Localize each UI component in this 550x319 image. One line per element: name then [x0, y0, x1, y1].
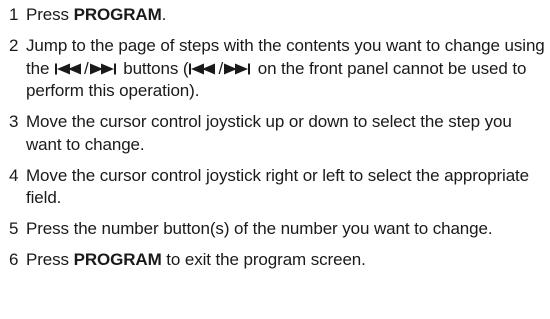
step-text: Move the cursor control joystick up or d… [26, 112, 512, 154]
program-button-label: PROGRAM [73, 250, 162, 269]
step-2: 2 Jump to the page of steps with the con… [9, 35, 549, 103]
step-text: Press PROGRAM. [26, 4, 549, 27]
step-4: 4 Move the cursor control joystick right… [9, 165, 549, 210]
step-5: 5 Press the number button(s) of the numb… [9, 218, 549, 241]
step-text: Move the cursor control joystick right o… [26, 165, 530, 208]
step-number: 5 [9, 219, 19, 238]
step-number: 1 [9, 5, 19, 24]
step-text: Press the number button(s) of the number… [26, 219, 493, 238]
skip-previous-icon [188, 63, 218, 75]
step-text-before: Press [26, 5, 74, 24]
step-text: Press PROGRAM to exit the program screen… [26, 249, 549, 272]
step-3: 3 Move the cursor control joystick up or… [9, 111, 549, 156]
skip-next-icon [89, 63, 119, 75]
step-text-part2: buttons ( [118, 58, 189, 78]
step-text-before: Press [26, 250, 74, 269]
program-button-label: PROGRAM [73, 5, 162, 24]
step-text-after: to exit the program screen. [161, 250, 366, 269]
step-number: 4 [9, 165, 19, 185]
step-text: Jump to the page of steps with the conte… [26, 35, 549, 103]
step-6: 6 Press PROGRAM to exit the program scre… [9, 249, 549, 272]
step-number: 6 [9, 250, 19, 269]
skip-previous-icon [54, 63, 84, 75]
step-text-after: . [161, 5, 167, 24]
skip-next-icon [223, 63, 253, 75]
step-number: 3 [9, 112, 19, 131]
step-number: 2 [9, 36, 19, 55]
step-1: 1 Press PROGRAM. [9, 4, 549, 27]
instruction-steps: 1 Press PROGRAM. 2 Jump to the page of s… [9, 4, 549, 280]
